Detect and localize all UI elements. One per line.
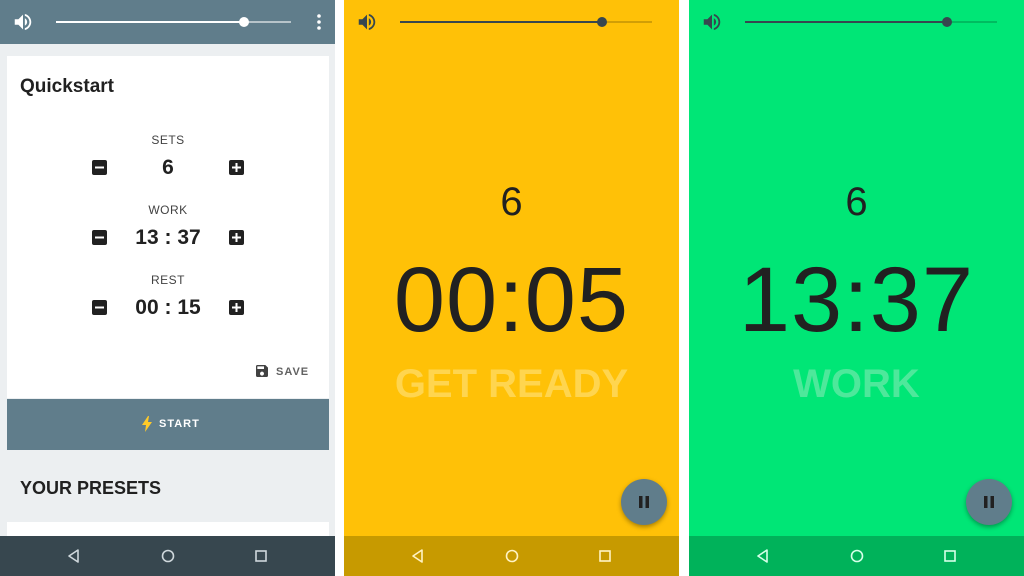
- volume-icon[interactable]: [356, 11, 378, 33]
- quickstart-title: Quickstart: [20, 76, 114, 97]
- get-ready-screen: 6 00:05 GET READY: [344, 0, 679, 576]
- sets-label: SETS: [151, 133, 185, 147]
- volume-slider-fill: [745, 21, 947, 23]
- overflow-menu-icon[interactable]: [313, 12, 325, 32]
- volume-slider[interactable]: [56, 17, 291, 27]
- pause-button[interactable]: [621, 479, 667, 525]
- start-label: START: [159, 418, 200, 430]
- rest-label: REST: [150, 273, 185, 287]
- sets-decrement-button[interactable]: [92, 160, 107, 175]
- rest-decrement-button[interactable]: [92, 300, 107, 315]
- volume-slider-thumb[interactable]: [941, 17, 952, 27]
- phase-label: WORK: [793, 362, 920, 406]
- volume-slider-fill: [56, 21, 244, 23]
- work-increment-button[interactable]: [229, 230, 244, 245]
- pause-icon: [984, 496, 994, 508]
- plus-icon: [232, 163, 241, 172]
- volume-slider-fill: [400, 21, 602, 23]
- sets-increment-button[interactable]: [229, 160, 244, 175]
- countdown-time: 13:37: [738, 249, 975, 351]
- volume-slider-thumb[interactable]: [239, 17, 249, 27]
- minus-icon: [95, 306, 104, 309]
- setup-screen: Quickstart SETS 6 WORK 13 : 37 REST 00 :…: [0, 0, 335, 576]
- work-screen: 6 13:37 WORK: [689, 0, 1024, 576]
- nav-bar: [689, 536, 1024, 576]
- volume-icon[interactable]: [12, 11, 34, 33]
- presets-title: YOUR PRESETS: [20, 478, 162, 498]
- save-label: SAVE: [276, 366, 310, 378]
- countdown-time: 00:05: [393, 249, 630, 351]
- home-icon[interactable]: [849, 548, 865, 564]
- phase-label: GET READY: [394, 362, 629, 406]
- recents-icon[interactable]: [253, 548, 269, 564]
- plus-icon: [232, 303, 241, 312]
- work-label: WORK: [148, 203, 188, 217]
- back-icon[interactable]: [66, 548, 82, 564]
- work-value[interactable]: 13 : 37: [107, 226, 229, 250]
- volume-slider[interactable]: [400, 17, 652, 27]
- rest-increment-button[interactable]: [229, 300, 244, 315]
- minus-icon: [95, 166, 104, 169]
- plus-icon: [232, 233, 241, 242]
- pause-button[interactable]: [966, 479, 1012, 525]
- start-button[interactable]: START: [7, 399, 329, 450]
- volume-bar: [0, 0, 335, 44]
- quickstart-card: Quickstart SETS 6 WORK 13 : 37 REST 00 :…: [7, 56, 329, 398]
- volume-bar: [689, 0, 1024, 44]
- sets-remaining: 6: [500, 180, 523, 224]
- volume-bar: [344, 0, 679, 44]
- pause-icon: [639, 496, 649, 508]
- home-icon[interactable]: [504, 548, 520, 564]
- back-icon[interactable]: [755, 548, 771, 564]
- volume-slider-thumb[interactable]: [596, 17, 607, 27]
- rest-value[interactable]: 00 : 15: [107, 296, 229, 320]
- sets-value: 6: [162, 156, 174, 179]
- lightning-icon: [142, 416, 152, 432]
- sets-remaining: 6: [845, 180, 868, 224]
- recents-icon[interactable]: [597, 548, 613, 564]
- nav-bar: [0, 536, 335, 576]
- volume-slider[interactable]: [745, 17, 997, 27]
- back-icon[interactable]: [410, 548, 426, 564]
- save-button[interactable]: SAVE: [254, 362, 316, 384]
- home-icon[interactable]: [160, 548, 176, 564]
- minus-icon: [95, 236, 104, 239]
- save-icon: [256, 365, 268, 377]
- recents-icon[interactable]: [942, 548, 958, 564]
- nav-bar: [344, 536, 679, 576]
- work-decrement-button[interactable]: [92, 230, 107, 245]
- volume-icon[interactable]: [701, 11, 723, 33]
